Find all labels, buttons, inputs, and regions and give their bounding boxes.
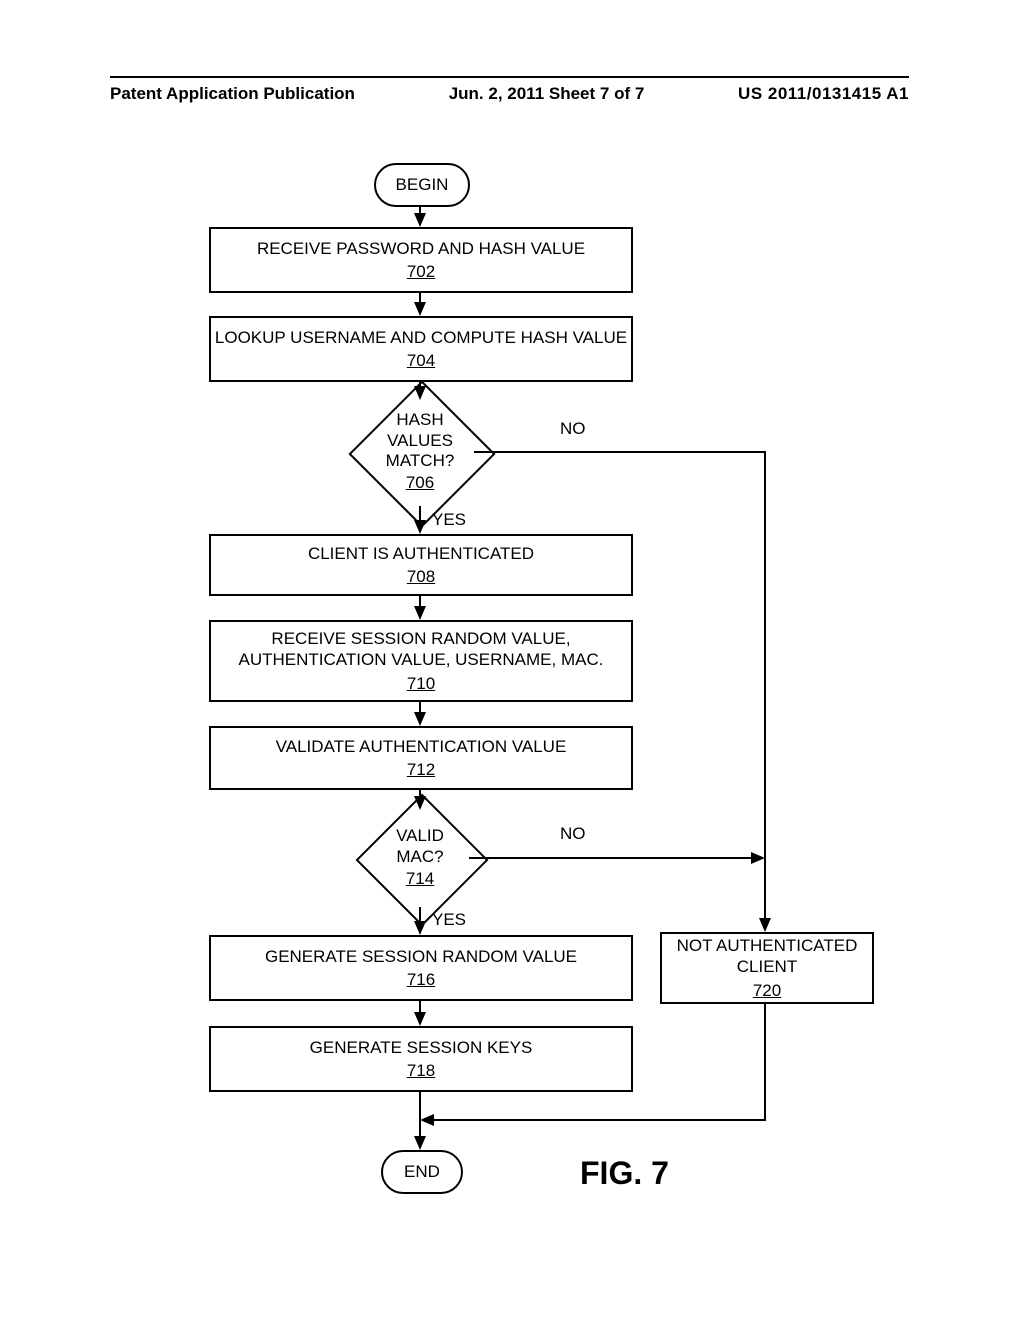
step-718-ref: 718	[407, 1060, 435, 1081]
step-702-text: RECEIVE PASSWORD AND HASH VALUE	[257, 238, 585, 259]
terminator-begin-label: BEGIN	[396, 175, 449, 195]
decision-714-ref: 714	[406, 869, 434, 889]
step-720-ref: 720	[753, 980, 781, 1001]
step-712: VALIDATE AUTHENTICATION VALUE 712	[209, 726, 633, 790]
step-704: LOOKUP USERNAME AND COMPUTE HASH VALUE 7…	[209, 316, 633, 382]
step-708-text: CLIENT IS AUTHENTICATED	[308, 543, 534, 564]
step-702: RECEIVE PASSWORD AND HASH VALUE 702	[209, 227, 633, 293]
terminator-begin: BEGIN	[374, 163, 470, 207]
decision-714-text: VALID MAC?	[375, 826, 465, 867]
step-710-ref: 710	[407, 673, 435, 694]
decision-706: HASH VALUES MATCH? 706	[370, 402, 470, 502]
step-718-text: GENERATE SESSION KEYS	[310, 1037, 533, 1058]
step-704-text: LOOKUP USERNAME AND COMPUTE HASH VALUE	[215, 327, 627, 348]
terminator-end: END	[381, 1150, 463, 1194]
decision-706-no-label: NO	[560, 419, 586, 439]
step-716-ref: 716	[407, 969, 435, 990]
step-716-text: GENERATE SESSION RANDOM VALUE	[265, 946, 577, 967]
decision-714: VALID MAC? 714	[375, 813, 465, 903]
step-718: GENERATE SESSION KEYS 718	[209, 1026, 633, 1092]
step-702-ref: 702	[407, 261, 435, 282]
step-720-text: NOT AUTHENTICATED CLIENT	[662, 935, 872, 978]
step-708-ref: 708	[407, 566, 435, 587]
step-716: GENERATE SESSION RANDOM VALUE 716	[209, 935, 633, 1001]
decision-706-text: HASH VALUES MATCH?	[370, 410, 470, 471]
decision-706-ref: 706	[406, 473, 434, 493]
decision-714-text-wrap: VALID MAC? 714	[375, 813, 465, 903]
step-708: CLIENT IS AUTHENTICATED 708	[209, 534, 633, 596]
decision-706-yes-label: YES	[432, 510, 466, 530]
decision-706-text-wrap: HASH VALUES MATCH? 706	[370, 402, 470, 502]
figure-label: FIG. 7	[580, 1155, 669, 1192]
step-712-ref: 712	[407, 759, 435, 780]
step-720: NOT AUTHENTICATED CLIENT 720	[660, 932, 874, 1004]
step-704-ref: 704	[407, 350, 435, 371]
decision-714-yes-label: YES	[432, 910, 466, 930]
decision-714-no-label: NO	[560, 824, 586, 844]
flowchart-canvas: BEGIN RECEIVE PASSWORD AND HASH VALUE 70…	[0, 0, 1024, 1320]
step-710-text: RECEIVE SESSION RANDOM VALUE, AUTHENTICA…	[211, 628, 631, 671]
step-710: RECEIVE SESSION RANDOM VALUE, AUTHENTICA…	[209, 620, 633, 702]
page: Patent Application Publication Jun. 2, 2…	[0, 0, 1024, 1320]
step-712-text: VALIDATE AUTHENTICATION VALUE	[276, 736, 567, 757]
terminator-end-label: END	[404, 1162, 440, 1182]
